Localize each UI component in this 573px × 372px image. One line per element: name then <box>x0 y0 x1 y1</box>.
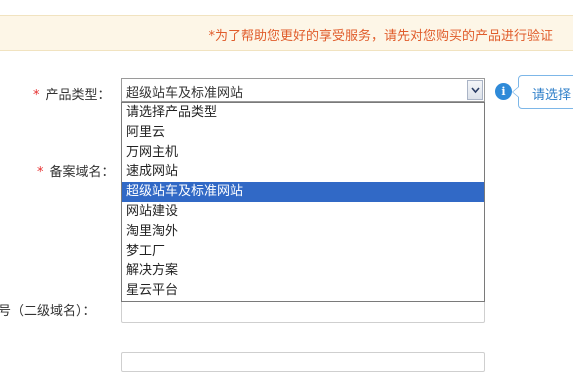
notice-bar: *为了帮助您更好的享受服务，请先对您购买的产品进行验证 <box>0 15 573 51</box>
dropdown-option[interactable]: 请选择产品类型 <box>122 103 484 123</box>
chevron-down-icon[interactable] <box>467 80 483 100</box>
required-mark: * <box>37 165 44 180</box>
product-type-dropdown[interactable]: 请选择产品类型 阿里云 万网主机 速成网站 超级站车及标准网站 网站建设 淘里淘… <box>121 102 485 302</box>
dropdown-option[interactable]: 淘里淘外 <box>122 222 484 242</box>
required-mark: * <box>33 88 40 103</box>
product-type-selected-value: 超级站车及标准网站 <box>126 86 244 101</box>
dropdown-option[interactable]: 阿里云 <box>122 123 484 143</box>
product-type-label-text: 产品类型： <box>45 88 111 103</box>
dropdown-option[interactable]: 网站建设 <box>122 202 484 222</box>
dropdown-option-selected[interactable]: 超级站车及标准网站 <box>122 182 484 202</box>
product-type-label: * 产品类型： <box>33 84 111 103</box>
dropdown-option[interactable]: 速成网站 <box>122 162 484 182</box>
notice-text: *为了帮助您更好的享受服务，请先对您购买的产品进行验证 <box>208 29 553 44</box>
dropdown-option[interactable]: 万网主机 <box>122 143 484 163</box>
dropdown-option[interactable]: 梦工厂 <box>122 242 484 262</box>
product-type-select[interactable]: 超级站车及标准网站 <box>121 78 485 102</box>
tooltip-text: 请选择 <box>532 88 572 103</box>
next-field-input[interactable] <box>121 352 485 372</box>
dropdown-option[interactable]: 星云平台 <box>122 281 484 301</box>
domain-label: * 备案域名： <box>37 161 115 180</box>
dropdown-option[interactable]: 解决方案 <box>122 261 484 281</box>
subdomain-account-label-text: 号（二级域名）： <box>0 304 96 319</box>
domain-label-text: 备案域名： <box>49 165 115 180</box>
tooltip: 请选择 <box>512 75 573 109</box>
info-icon[interactable]: i <box>495 83 512 100</box>
subdomain-account-label: 号（二级域名）： <box>0 300 96 319</box>
